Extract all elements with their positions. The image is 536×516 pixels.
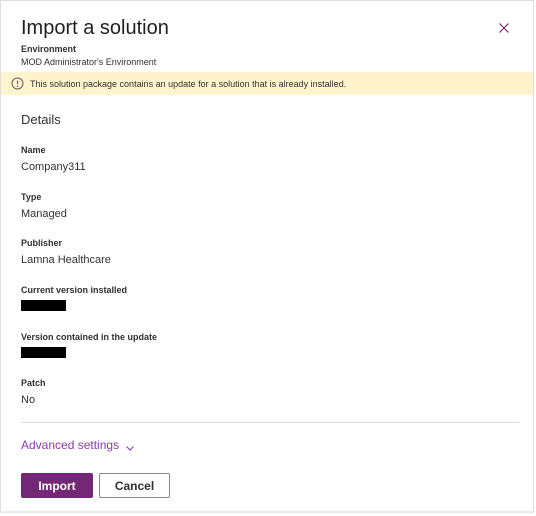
import-solution-panel: Import a solution Environment MOD Admini… bbox=[0, 0, 534, 513]
close-icon[interactable] bbox=[496, 20, 512, 36]
current-version-label: Current version installed bbox=[21, 285, 128, 295]
patch-label: Patch bbox=[21, 378, 46, 388]
environment-value: MOD Administrator's Environment bbox=[21, 57, 157, 67]
current-version-redacted bbox=[21, 300, 66, 311]
info-icon bbox=[11, 77, 24, 90]
name-value: Company311 bbox=[21, 161, 86, 173]
update-warning-banner: This solution package contains an update… bbox=[1, 72, 533, 95]
panel-title: Import a solution bbox=[21, 17, 169, 39]
type-value: Managed bbox=[21, 208, 67, 220]
chevron-down-icon bbox=[125, 440, 135, 451]
patch-value: No bbox=[21, 394, 36, 406]
type-label: Type bbox=[21, 192, 42, 202]
publisher-label: Publisher bbox=[21, 238, 63, 248]
divider bbox=[21, 422, 519, 423]
advanced-settings-toggle[interactable]: Advanced settings bbox=[21, 438, 135, 452]
import-button[interactable]: Import bbox=[21, 473, 93, 498]
update-version-label: Version contained in the update bbox=[21, 332, 158, 342]
environment-label: Environment bbox=[21, 44, 77, 54]
advanced-settings-label: Advanced settings bbox=[21, 438, 120, 452]
cancel-button[interactable]: Cancel bbox=[99, 473, 170, 498]
details-heading: Details bbox=[21, 112, 61, 127]
publisher-value: Lamna Healthcare bbox=[21, 254, 111, 266]
update-version-redacted bbox=[21, 347, 66, 358]
name-label: Name bbox=[21, 145, 46, 155]
banner-text: This solution package contains an update… bbox=[30, 78, 347, 89]
